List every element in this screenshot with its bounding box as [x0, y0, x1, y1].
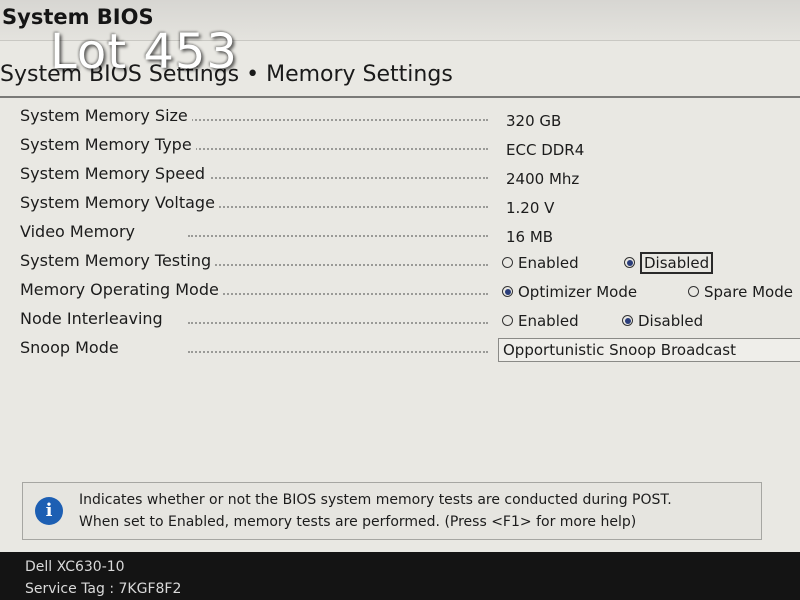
leader-dots [188, 235, 488, 237]
setting-row-video-memory: Video Memory 16 MB [18, 220, 800, 249]
setting-row-node-interleaving: Node Interleaving Enabled Disabled [18, 307, 800, 336]
radio-label: Disabled [640, 252, 714, 274]
setting-label: Node Interleaving [20, 309, 167, 328]
node-interleaving-radio-group: Enabled Disabled [502, 310, 800, 334]
setting-label: System Memory Voltage [20, 193, 219, 212]
radio-selected-icon [622, 315, 633, 326]
spare-mode-radio[interactable]: Spare Mode [688, 283, 793, 301]
radio-label: Disabled [638, 312, 704, 330]
memory-testing-disabled-radio[interactable]: Disabled [624, 252, 714, 274]
leader-dots [188, 206, 488, 208]
setting-value: 320 GB [506, 112, 562, 130]
setting-label: System Memory Testing [20, 251, 216, 270]
setting-row-operating-mode: Memory Operating Mode Optimizer Mode Spa… [18, 278, 800, 307]
help-text-line-2: When set to Enabled, memory tests are pe… [79, 514, 637, 530]
node-interleaving-disabled-radio[interactable]: Disabled [622, 312, 703, 330]
memory-settings-table: System Memory Size 320 GB System Memory … [18, 104, 800, 365]
node-interleaving-enabled-radio[interactable]: Enabled [502, 312, 579, 330]
radio-selected-icon [624, 257, 635, 268]
setting-label: System Memory Type [20, 135, 196, 154]
optimizer-mode-radio[interactable]: Optimizer Mode [502, 283, 637, 301]
memory-testing-enabled-radio[interactable]: Enabled [502, 254, 579, 272]
radio-label: Enabled [518, 312, 579, 330]
operating-mode-radio-group: Optimizer Mode Spare Mode [502, 281, 800, 305]
setting-value: 1.20 V [506, 199, 555, 217]
setting-row-memory-voltage: System Memory Voltage 1.20 V [18, 191, 800, 220]
system-model: Dell XC630-10 [25, 559, 125, 575]
setting-row-memory-speed: System Memory Speed 2400 Mhz [18, 162, 800, 191]
radio-selected-icon [502, 286, 513, 297]
leader-dots [188, 119, 488, 121]
setting-row-memory-size: System Memory Size 320 GB [18, 104, 800, 133]
setting-label: System Memory Size [20, 106, 192, 125]
leader-dots [188, 177, 488, 179]
leader-dots [188, 264, 488, 266]
setting-row-memory-type: System Memory Type ECC DDR4 [18, 133, 800, 162]
setting-label: Video Memory [20, 222, 139, 241]
setting-value: ECC DDR4 [506, 141, 585, 159]
radio-empty-icon [502, 315, 513, 326]
setting-label: System Memory Speed [20, 164, 210, 183]
footer-bar: Dell XC630-10 Service Tag : 7KGF8F2 [0, 552, 800, 600]
leader-dots [188, 293, 488, 295]
radio-label: Spare Mode [704, 283, 793, 301]
info-icon: i [35, 497, 63, 525]
radio-empty-icon [502, 257, 513, 268]
leader-dots [188, 322, 488, 324]
radio-empty-icon [688, 286, 699, 297]
help-panel: i Indicates whether or not the BIOS syst… [22, 482, 762, 540]
snoop-mode-select[interactable]: Opportunistic Snoop Broadcast [498, 338, 800, 362]
leader-dots [188, 351, 488, 353]
snoop-mode-selected-value: Opportunistic Snoop Broadcast [503, 341, 736, 359]
setting-value: 2400 Mhz [506, 170, 580, 188]
radio-label: Optimizer Mode [518, 283, 638, 301]
setting-row-snoop-mode: Snoop Mode Opportunistic Snoop Broadcast [18, 336, 800, 365]
setting-label: Memory Operating Mode [20, 280, 223, 299]
service-tag: Service Tag : 7KGF8F2 [25, 581, 182, 597]
setting-value: 16 MB [506, 228, 554, 246]
memory-testing-radio-group: Enabled Disabled [502, 252, 800, 276]
radio-label: Enabled [518, 254, 579, 272]
setting-label: Snoop Mode [20, 338, 123, 357]
heading-divider [0, 96, 800, 98]
lot-number-overlay: Lot 453 [50, 24, 238, 80]
setting-row-memory-testing: System Memory Testing Enabled Disabled [18, 249, 800, 278]
help-text-line-1: Indicates whether or not the BIOS system… [79, 492, 672, 508]
leader-dots [188, 148, 488, 150]
